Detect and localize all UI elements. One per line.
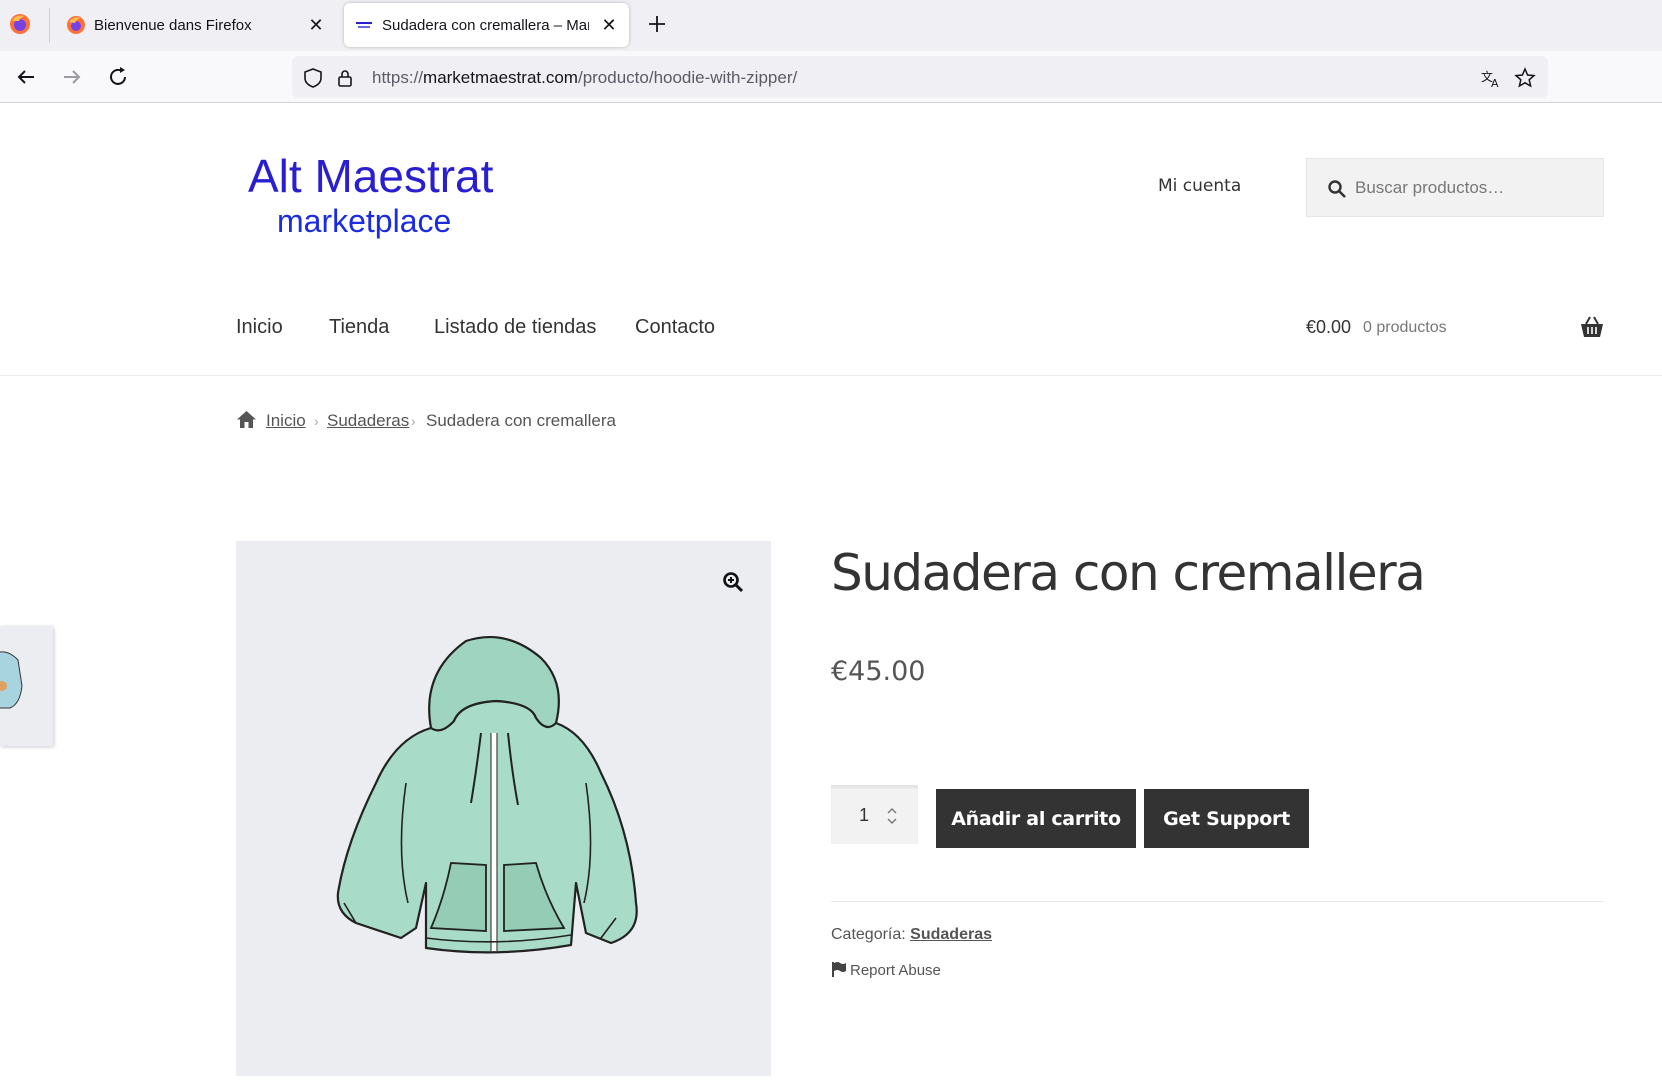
forward-icon[interactable] [58,63,86,91]
site-logo[interactable]: Alt Maestrat marketplace [248,150,493,240]
url-scheme: https:// [372,68,424,87]
product-title: Sudadera con cremallera [831,544,1426,602]
cart-count[interactable]: 0 productos [1363,319,1447,337]
shield-icon[interactable] [302,67,324,89]
lock-icon[interactable] [334,67,356,89]
translate-icon[interactable]: 文 A [1480,67,1502,89]
tab-bar: Bienvenue dans Firefox ✕ Sudadera con cr… [0,0,1662,51]
report-abuse-link[interactable]: Report Abuse [831,961,941,979]
nav-item-contacto[interactable]: Contacto [635,316,715,339]
url-bar[interactable]: https://marketmaestrat.com/producto/hood… [292,56,1548,98]
nav-item-tienda[interactable]: Tienda [329,316,389,339]
cart-total[interactable]: €0.00 [1306,317,1351,338]
firefox-favicon-icon [67,16,85,34]
report-abuse-label: Report Abuse [850,962,941,979]
product-search-input[interactable]: Buscar productos… [1306,158,1604,217]
breadcrumb-current: Sudadera con cremallera [426,411,616,430]
url-path: /producto/hoodie-with-zipper/ [577,68,798,87]
home-icon [237,411,256,428]
hoodie-product-image [336,635,638,954]
back-icon[interactable] [12,63,40,91]
add-to-cart-button[interactable]: Añadir al carrito [936,789,1136,848]
quantity-spinner-icon[interactable] [883,803,901,829]
get-support-button[interactable]: Get Support [1144,789,1309,848]
breadcrumb-separator: › [314,413,319,429]
basket-icon[interactable] [1580,316,1604,338]
tab-title: Sudadera con cremallera – Marketmaestrat [382,17,589,34]
breadcrumb-separator: › [411,413,416,429]
nav-item-inicio[interactable]: Inicio [236,316,283,339]
breadcrumb-home-link[interactable]: Inicio [266,411,306,431]
close-tab-icon[interactable]: ✕ [306,15,326,35]
product-image-gallery[interactable] [236,541,771,1076]
site-favicon-icon [356,22,372,28]
hoodie-thumbnail-image [0,651,23,709]
quantity-value[interactable]: 1 [859,805,869,826]
gallery-thumbnail[interactable] [0,626,53,746]
nav-item-store-list[interactable]: Listado de tiendas [434,316,596,339]
navigation-toolbar: https://marketmaestrat.com/producto/hood… [0,51,1662,103]
url-text[interactable]: https://marketmaestrat.com/producto/hood… [372,68,797,88]
close-tab-icon[interactable]: ✕ [599,15,619,35]
tab-separator [49,8,50,43]
product-price: €45.00 [831,656,926,687]
svg-text:A: A [1491,77,1499,89]
tab-firefox-welcome[interactable]: Bienvenue dans Firefox ✕ [56,3,336,47]
web-page: Alt Maestrat marketplace Mi cuenta Busca… [0,104,1662,1080]
new-tab-icon[interactable] [644,11,670,37]
tab-title: Bienvenue dans Firefox [94,17,252,34]
reload-icon[interactable] [104,63,132,91]
tab-product[interactable]: Sudadera con cremallera – Marketmaestrat… [344,3,629,47]
zoom-icon[interactable] [722,571,744,593]
category-link[interactable]: Sudaderas [910,926,992,943]
product-meta-divider [831,901,1604,902]
logo-line-1: Alt Maestrat [248,150,494,202]
flag-icon [832,962,846,977]
header-divider [0,375,1662,376]
quantity-stepper[interactable]: 1 [831,785,918,844]
search-placeholder: Buscar productos… [1355,178,1505,197]
product-category: Categoría: Sudaderas [831,926,992,944]
search-icon [1328,180,1346,198]
bookmark-star-icon[interactable] [1514,67,1536,89]
logo-line-2: marketplace [277,203,452,239]
firefox-menu-icon[interactable] [8,12,32,36]
breadcrumb-category-link[interactable]: Sudaderas [327,411,409,431]
category-label: Categoría: [831,926,906,943]
my-account-link[interactable]: Mi cuenta [1158,176,1241,196]
url-host: marketmaestrat.com [423,68,578,87]
